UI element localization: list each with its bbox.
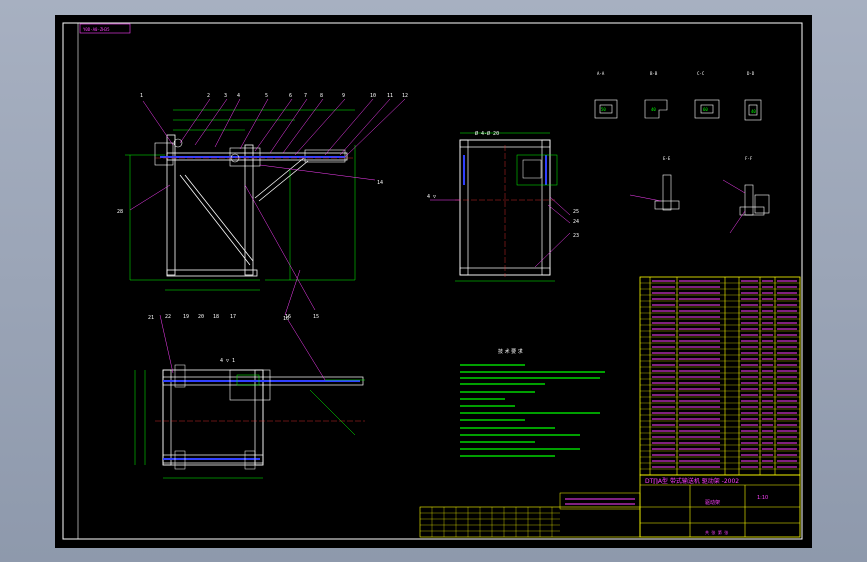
scale-text: 1:10 <box>757 495 768 501</box>
corner-tag-text: Y0D-A0-ZH35 <box>83 27 110 32</box>
svg-text:D-D: D-D <box>747 71 755 76</box>
svg-text:15: 15 <box>313 314 319 320</box>
svg-text:4 ▽: 4 ▽ <box>427 194 436 200</box>
svg-text:8: 8 <box>320 93 323 99</box>
svg-text:7: 7 <box>304 93 307 99</box>
side-view: 25 24 23 4 ▽ Ø 4-Ø 20 <box>427 130 579 282</box>
svg-text:6: 6 <box>289 93 292 99</box>
technical-notes: 技 术 要 求 <box>460 348 605 457</box>
svg-text:24: 24 <box>573 219 579 225</box>
drawing-title: DT∏A型 带式输送机 驱动架 -2002 <box>645 477 739 485</box>
svg-text:28: 28 <box>117 209 123 215</box>
cad-viewport: Y0D-A0-ZH35 1 2 3 4 5 6 7 8 9 10 11 12 1… <box>0 0 867 562</box>
svg-text:12: 12 <box>402 93 408 99</box>
svg-text:60: 60 <box>703 107 708 112</box>
svg-text:5: 5 <box>265 93 268 99</box>
top-view: 21 16 4 ▽ 1 <box>134 314 365 479</box>
svg-text:17: 17 <box>230 314 236 320</box>
notes-heading: 技 术 要 求 <box>498 348 523 355</box>
svg-text:E-E: E-E <box>663 156 671 161</box>
svg-text:4: 4 <box>237 93 240 99</box>
svg-text:21: 21 <box>148 315 154 321</box>
svg-text:23: 23 <box>573 233 579 239</box>
svg-text:40: 40 <box>651 107 656 112</box>
drawing-svg: Y0D-A0-ZH35 1 2 3 4 5 6 7 8 9 10 11 12 1… <box>62 22 803 540</box>
svg-text:C-C: C-C <box>697 71 705 76</box>
svg-text:25: 25 <box>573 209 579 215</box>
svg-text:40: 40 <box>751 109 756 114</box>
svg-text:18: 18 <box>213 314 219 320</box>
title-block: DT∏A型 带式输送机 驱动架 -2002 驱动架 1:10 共 张 第 张 <box>419 474 801 538</box>
svg-text:16: 16 <box>285 314 291 320</box>
parts-list <box>639 276 801 476</box>
svg-text:B-B: B-B <box>650 71 658 76</box>
drawing-canvas[interactable]: Y0D-A0-ZH35 1 2 3 4 5 6 7 8 9 10 11 12 1… <box>55 15 812 548</box>
svg-text:Ø 4-Ø 20: Ø 4-Ø 20 <box>475 130 499 137</box>
svg-text:3: 3 <box>224 93 227 99</box>
svg-text:19: 19 <box>183 314 189 320</box>
svg-text:4 ▽ 1: 4 ▽ 1 <box>220 358 235 364</box>
part-name: 驱动架 <box>705 499 720 506</box>
front-view: 123 456 789 10 11 12 1428 1516 19 20 18 1722 <box>117 93 408 322</box>
svg-text:2: 2 <box>207 93 210 99</box>
section-details <box>594 99 770 216</box>
svg-text:20: 20 <box>198 314 204 320</box>
svg-text:9: 9 <box>342 93 345 99</box>
sheet-text: 共 张 第 张 <box>705 529 728 535</box>
svg-text:22: 22 <box>165 314 171 320</box>
section-labels: A-A B-B C-C D-D E-E F-F <box>597 71 755 161</box>
svg-text:50: 50 <box>601 107 606 112</box>
svg-text:F-F: F-F <box>745 156 753 161</box>
svg-text:A-A: A-A <box>597 71 605 76</box>
svg-text:10: 10 <box>370 93 376 99</box>
svg-text:11: 11 <box>387 93 393 99</box>
svg-text:14: 14 <box>377 180 383 186</box>
svg-text:1: 1 <box>140 93 143 99</box>
